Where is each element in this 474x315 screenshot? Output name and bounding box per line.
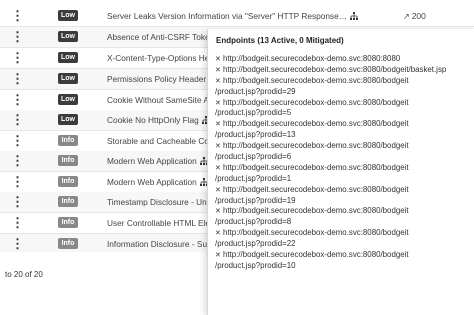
severity-badge: Low <box>58 73 78 84</box>
endpoint-url: http://bodgeit.securecodebox-demo.svc:80… <box>223 184 409 194</box>
endpoints-popover: Endpoints (13 Active, 0 Mitigated) ✕ http… <box>207 29 474 315</box>
severity-badge: Low <box>58 114 78 125</box>
table-row[interactable]: ⋮ Low Server Leaks Version Information via… <box>0 6 474 27</box>
endpoint-url: http://bodgeit.securecodebox-demo.svc:80… <box>223 206 409 216</box>
finding-title[interactable]: User Controllable HTML Elem <box>107 217 217 229</box>
endpoint-count: 200 <box>411 11 426 21</box>
endpoint-list: ✕ http://bodgeit.securecodebox-demo.svc:8… <box>215 54 470 272</box>
severity-badge: Info <box>58 217 78 228</box>
finding-title[interactable]: Information Disclosure - Susp <box>107 238 216 250</box>
endpoint-line: ✕ http://bodgeit.securecodebox-demo.svc:8… <box>215 250 470 261</box>
endpoint-line: ✕ http://bodgeit.securecodebox-demo.svc:8… <box>215 163 470 174</box>
finding-title[interactable]: Permissions Policy Header N <box>107 73 214 85</box>
endpoint-url: /product.jsp?prodid=13 <box>215 130 296 140</box>
vertical-ellipsis-icon[interactable]: ⋮ <box>11 9 24 23</box>
finding-title[interactable]: Storable and Cacheable Con <box>107 135 214 147</box>
endpoint-line: /product.jsp?prodid=13 <box>215 130 470 141</box>
finding-title[interactable]: Timestamp Disclosure - Unix <box>107 196 213 208</box>
severity-badge: Low <box>58 31 78 42</box>
severity-badge: Low <box>58 10 78 21</box>
severity-badge: Info <box>58 196 78 207</box>
finding-title[interactable]: X-Content-Type-Options Hea <box>107 52 214 64</box>
endpoint-url: /product.jsp?prodid=8 <box>215 217 292 227</box>
finding-title[interactable]: Cookie No HttpOnly Flag <box>107 114 210 126</box>
endpoint-line: ✕ http://bodgeit.securecodebox-demo.svc:8… <box>215 98 470 109</box>
sitemap-icon <box>350 12 358 20</box>
severity-badge: Low <box>58 94 78 105</box>
endpoint-line: ✕ http://bodgeit.securecodebox-demo.svc:8… <box>215 206 470 217</box>
vertical-ellipsis-icon[interactable]: ⋮ <box>11 134 24 148</box>
endpoint-url: /product.jsp?prodid=10 <box>215 260 296 270</box>
finding-title-text: Storable and Cacheable Con <box>107 136 214 146</box>
endpoint-url: /product.jsp?prodid=22 <box>215 239 296 249</box>
severity-badge: Low <box>58 52 78 63</box>
endpoint-line: /product.jsp?prodid=22 <box>215 239 470 250</box>
endpoint-url: http://bodgeit.securecodebox-demo.svc:80… <box>223 54 401 63</box>
endpoint-line: ✕ http://bodgeit.securecodebox-demo.svc:8… <box>215 185 470 196</box>
endpoint-url: /product.jsp?prodid=29 <box>215 86 296 96</box>
finding-title-text: X-Content-Type-Options Hea <box>107 53 214 63</box>
endpoint-line: /product.jsp?prodid=19 <box>215 196 470 207</box>
finding-title-text: Timestamp Disclosure - Unix <box>107 197 213 207</box>
finding-title-text: Absence of Anti-CSRF Token <box>107 32 215 42</box>
endpoint-line: /product.jsp?prodid=6 <box>215 152 470 163</box>
endpoint-url: http://bodgeit.securecodebox-demo.svc:80… <box>223 75 409 85</box>
severity-badge: Info <box>58 176 78 187</box>
finding-title[interactable]: Modern Web Application <box>107 155 208 167</box>
table-footer <box>0 252 206 315</box>
finding-title-text: Permissions Policy Header N <box>107 74 215 84</box>
endpoint-line: ✕ http://bodgeit.securecodebox-demo.svc:8… <box>215 228 470 239</box>
endpoint-line: ✕ http://bodgeit.securecodebox-demo.svc:8… <box>215 119 470 130</box>
vertical-ellipsis-icon[interactable]: ⋮ <box>11 175 24 189</box>
endpoint-url: /product.jsp?prodid=5 <box>215 108 292 118</box>
vertical-ellipsis-icon[interactable]: ⋮ <box>11 154 24 168</box>
vertical-ellipsis-icon[interactable]: ⋮ <box>11 72 24 86</box>
finding-title-text: Information Disclosure - Susp <box>107 239 216 249</box>
finding-title-text: Server Leaks Version Information via "Se… <box>107 11 347 21</box>
endpoint-url: http://bodgeit.securecodebox-demo.svc:80… <box>223 64 447 74</box>
endpoint-url: http://bodgeit.securecodebox-demo.svc:80… <box>223 119 409 129</box>
severity-badge: Info <box>58 135 78 146</box>
endpoint-line: /product.jsp?prodid=5 <box>215 108 470 119</box>
endpoint-url: http://bodgeit.securecodebox-demo.svc:80… <box>223 141 409 151</box>
endpoint-line: /product.jsp?prodid=1 <box>215 174 470 185</box>
vertical-ellipsis-icon[interactable]: ⋮ <box>11 30 24 44</box>
endpoint-url: /product.jsp?prodid=6 <box>215 152 292 162</box>
endpoint-url: /product.jsp?prodid=19 <box>215 195 296 205</box>
endpoint-url: http://bodgeit.securecodebox-demo.svc:80… <box>223 250 409 260</box>
finding-title[interactable]: Server Leaks Version Information via "Se… <box>107 10 358 22</box>
severity-badge: Info <box>58 238 78 249</box>
external-link-icon: ↗ <box>403 12 410 21</box>
endpoint-line: /product.jsp?prodid=8 <box>215 217 470 228</box>
popover-title: Endpoints (13 Active, 0 Mitigated) <box>216 36 344 45</box>
finding-title[interactable]: Absence of Anti-CSRF Token <box>107 31 214 43</box>
finding-title-text: User Controllable HTML Elem <box>107 218 217 228</box>
endpoint-line: ✕ http://bodgeit.securecodebox-demo.svc:8… <box>215 54 470 65</box>
vertical-ellipsis-icon[interactable]: ⋮ <box>11 93 24 107</box>
vertical-ellipsis-icon[interactable]: ⋮ <box>11 195 24 209</box>
endpoint-url: /product.jsp?prodid=1 <box>215 173 292 183</box>
finding-title[interactable]: Cookie Without SameSite Att <box>107 94 214 106</box>
finding-title-text: Modern Web Application <box>107 156 197 166</box>
endpoint-url: http://bodgeit.securecodebox-demo.svc:80… <box>223 162 409 172</box>
endpoint-line: /product.jsp?prodid=10 <box>215 261 470 272</box>
vertical-ellipsis-icon[interactable]: ⋮ <box>11 216 24 230</box>
endpoint-count-link[interactable]: ↗ 200 <box>403 10 426 23</box>
finding-title-text: Cookie No HttpOnly Flag <box>107 115 199 125</box>
vertical-ellipsis-icon[interactable]: ⋮ <box>11 113 24 127</box>
endpoint-url: http://bodgeit.securecodebox-demo.svc:80… <box>223 228 409 238</box>
vertical-ellipsis-icon[interactable]: ⋮ <box>11 237 24 251</box>
pagination-summary: to 20 of 20 <box>5 270 43 279</box>
severity-badge: Info <box>58 155 78 166</box>
finding-title-text: Modern Web Application <box>107 177 197 187</box>
finding-title-text: Cookie Without SameSite Att <box>107 95 214 105</box>
endpoint-line: ✕ http://bodgeit.securecodebox-demo.svc:8… <box>215 65 470 76</box>
finding-title[interactable]: Modern Web Application <box>107 176 208 188</box>
endpoint-line: ✕ http://bodgeit.securecodebox-demo.svc:8… <box>215 76 470 87</box>
endpoint-line: /product.jsp?prodid=29 <box>215 87 470 98</box>
endpoint-url: http://bodgeit.securecodebox-demo.svc:80… <box>223 97 409 107</box>
vertical-ellipsis-icon[interactable]: ⋮ <box>11 51 24 65</box>
endpoint-line: ✕ http://bodgeit.securecodebox-demo.svc:8… <box>215 141 470 152</box>
